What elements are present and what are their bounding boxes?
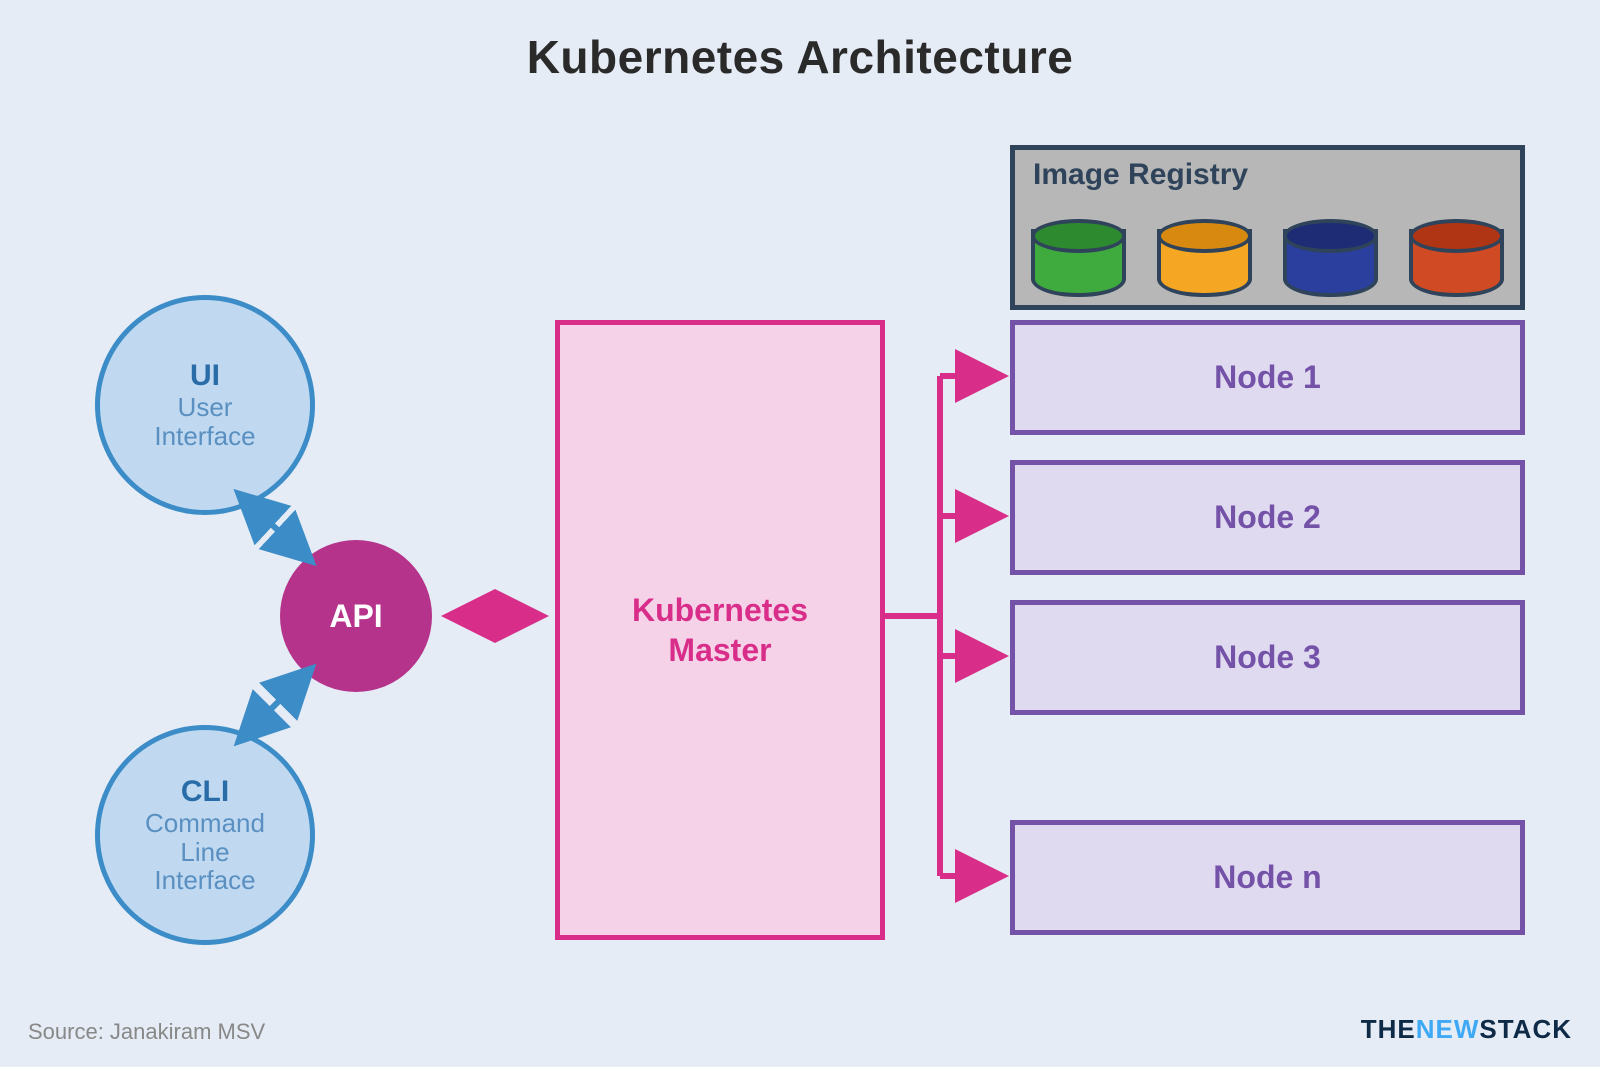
diagram-title: Kubernetes Architecture	[0, 30, 1600, 84]
brand-p1: THE	[1361, 1014, 1416, 1044]
ui-sub1: User	[178, 393, 233, 422]
brand-p3: STACK	[1479, 1014, 1572, 1044]
master-line2: Master	[668, 632, 771, 668]
cli-sub1: Command	[145, 809, 265, 838]
kubernetes-master-box: Kubernetes Master	[555, 320, 885, 940]
registry-cylinder-3	[1283, 219, 1378, 297]
node-box-2: Node 2	[1010, 460, 1525, 575]
ui-sub2: Interface	[154, 422, 255, 451]
cli-sub3: Interface	[154, 866, 255, 895]
cli-client-circle: CLI Command Line Interface	[95, 725, 315, 945]
node-box-3: Node 3	[1010, 600, 1525, 715]
ui-head: UI	[190, 359, 220, 393]
ui-client-circle: UI User Interface	[95, 295, 315, 515]
brand-logo: THENEWSTACK	[1361, 1014, 1572, 1045]
brand-p2: NEW	[1416, 1014, 1480, 1044]
image-registry-box: Image Registry	[1010, 145, 1525, 310]
node-label-3: Node 3	[1214, 639, 1321, 676]
master-label: Kubernetes Master	[632, 590, 808, 670]
cli-sub2: Line	[180, 838, 229, 867]
registry-cylinders	[1027, 209, 1508, 297]
master-line1: Kubernetes	[632, 592, 808, 628]
arrow-cli-api	[240, 670, 310, 740]
api-circle: API	[280, 540, 432, 692]
node-label-1: Node 1	[1214, 359, 1321, 396]
registry-cylinder-4	[1409, 219, 1504, 297]
node-box-4: Node n	[1010, 820, 1525, 935]
registry-cylinder-2	[1157, 219, 1252, 297]
registry-label: Image Registry	[1033, 158, 1248, 192]
node-label-2: Node 2	[1214, 499, 1321, 536]
node-label-4: Node n	[1213, 859, 1321, 896]
api-label: API	[329, 598, 382, 635]
registry-cylinder-1	[1031, 219, 1126, 297]
source-credit: Source: Janakiram MSV	[28, 1019, 265, 1045]
node-box-1: Node 1	[1010, 320, 1525, 435]
cli-head: CLI	[181, 775, 229, 809]
